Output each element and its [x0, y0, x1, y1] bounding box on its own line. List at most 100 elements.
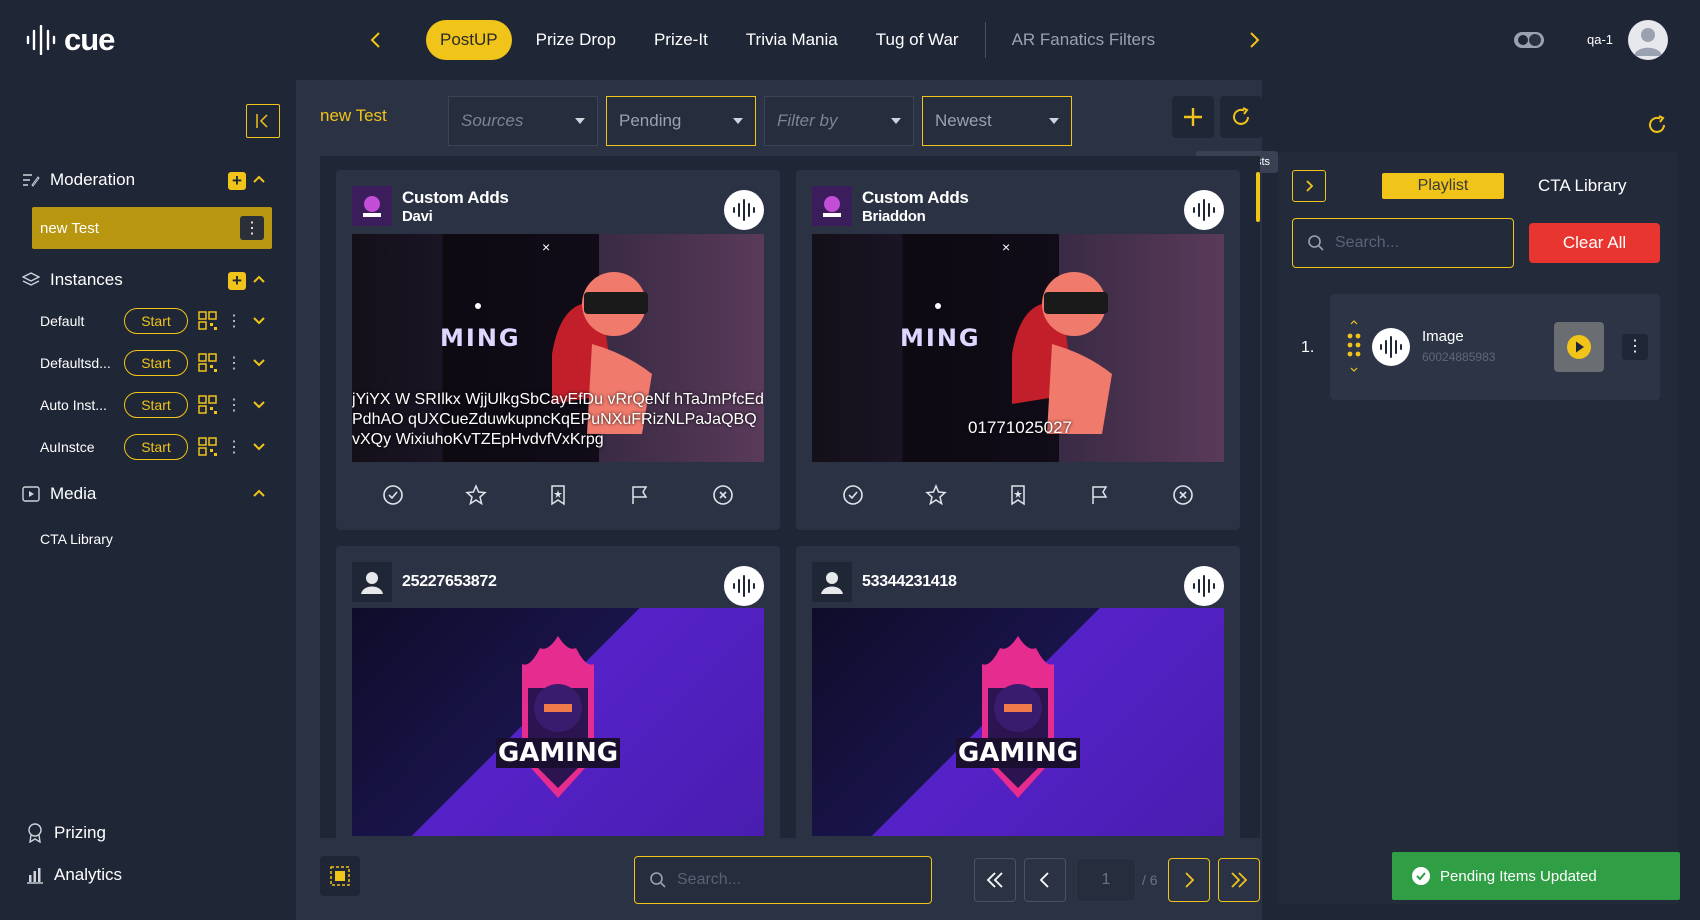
tab-prize-it[interactable]: Prize-It — [640, 20, 722, 60]
instance-start-button[interactable]: Start — [124, 308, 188, 334]
sidebar-item-cta-library[interactable]: CTA Library — [40, 531, 113, 547]
reject-icon[interactable] — [712, 484, 734, 506]
qr-code-icon[interactable] — [198, 395, 218, 415]
clear-all-button[interactable]: Clear All — [1529, 223, 1660, 263]
update-posts-button[interactable] — [1220, 96, 1262, 138]
post-card[interactable]: Custom Adds Davi MING × jYiYX W SRIlkx W… — [336, 170, 780, 530]
instance-start-button[interactable]: Start — [124, 434, 188, 460]
instance-menu-icon[interactable]: ⋮ — [226, 437, 242, 457]
instance-row[interactable]: Default Start ⋮ — [40, 306, 280, 336]
tab-cta-library[interactable]: CTA Library — [1538, 176, 1627, 196]
last-page-button[interactable] — [1218, 858, 1260, 902]
instance-expand-chevron-icon[interactable] — [252, 400, 266, 410]
moderation-section-header[interactable]: Moderation — [22, 170, 135, 190]
instance-row[interactable]: Defaultsd... Start ⋮ — [40, 348, 280, 378]
collapse-sidebar-button[interactable] — [246, 104, 280, 138]
bookmark-icon[interactable] — [547, 484, 569, 506]
cue-post-icon[interactable] — [1184, 190, 1224, 230]
tabs-next-arrow-icon[interactable] — [1242, 28, 1266, 52]
post-card[interactable]: 25227653872 GAMING — [336, 546, 780, 838]
instance-expand-chevron-icon[interactable] — [252, 442, 266, 452]
post-actions — [812, 484, 1224, 506]
playlist-search-field[interactable] — [1292, 218, 1514, 268]
tab-postup[interactable]: PostUP — [426, 20, 512, 60]
status-dropdown[interactable]: Pending — [606, 96, 756, 146]
moderation-collapse-chevron-icon[interactable] — [252, 174, 266, 184]
instance-menu-icon[interactable]: ⋮ — [226, 353, 242, 373]
tab-trivia-mania[interactable]: Trivia Mania — [732, 20, 852, 60]
tab-tug-of-war[interactable]: Tug of War — [862, 20, 973, 60]
prev-page-button[interactable] — [1024, 858, 1066, 902]
moderation-item-menu-icon[interactable]: ⋮ — [240, 216, 264, 240]
playlist-item[interactable]: Image 60024885983 ⋮ — [1330, 294, 1660, 400]
bookmark-icon[interactable] — [1007, 484, 1029, 506]
moderation-item-new-test[interactable]: new Test ⋮ — [32, 207, 272, 249]
approve-icon[interactable] — [842, 484, 864, 506]
feed-scrollbar[interactable] — [1256, 172, 1260, 222]
approve-icon[interactable] — [382, 484, 404, 506]
chevron-left-icon — [1039, 872, 1049, 888]
media-label: Media — [50, 484, 97, 503]
reject-icon[interactable] — [1172, 484, 1194, 506]
add-instance-button[interactable]: + — [228, 272, 246, 290]
qr-code-icon[interactable] — [198, 437, 218, 457]
user-avatar[interactable] — [1628, 20, 1668, 60]
qr-code-icon[interactable] — [198, 311, 218, 331]
tab-prize-drop[interactable]: Prize Drop — [522, 20, 630, 60]
media-collapse-chevron-icon[interactable] — [252, 488, 266, 498]
expand-panel-button[interactable] — [1292, 170, 1326, 202]
playlist-search-input[interactable] — [1335, 234, 1495, 252]
instance-expand-chevron-icon[interactable] — [252, 358, 266, 368]
sources-dropdown[interactable]: Sources — [448, 96, 598, 146]
toast-notification: Pending Items Updated — [1392, 852, 1680, 900]
post-author-id: 53344231418 — [862, 573, 957, 590]
post-card[interactable]: 53344231418 GAMING — [796, 546, 1240, 838]
flag-icon[interactable] — [1089, 484, 1111, 506]
theme-toggle-icon[interactable] — [1513, 30, 1545, 50]
page-number-input[interactable]: 1 — [1076, 858, 1136, 902]
filter-by-placeholder: Filter by — [777, 111, 838, 130]
caret-down-icon — [733, 118, 743, 124]
next-page-button[interactable] — [1168, 858, 1210, 902]
first-page-button[interactable] — [974, 858, 1016, 902]
cue-logo[interactable]: cue — [24, 22, 115, 58]
cue-post-icon[interactable] — [724, 190, 764, 230]
sort-dropdown[interactable]: Newest — [922, 96, 1072, 146]
tabs-prev-arrow-icon[interactable] — [364, 28, 388, 52]
posts-search-input[interactable] — [677, 871, 877, 889]
qr-code-icon[interactable] — [198, 353, 218, 373]
tab-playlist[interactable]: Playlist — [1382, 173, 1504, 199]
sidebar-item-analytics[interactable]: Analytics — [26, 865, 122, 885]
star-icon[interactable] — [924, 484, 947, 506]
add-moderation-button[interactable]: + — [228, 172, 246, 190]
svg-text:×: × — [1002, 239, 1010, 255]
post-card[interactable]: Custom Adds Briaddon MING × 01771025027 — [796, 170, 1240, 530]
instances-section-header[interactable]: Instances — [22, 270, 123, 290]
default-avatar-icon — [812, 562, 852, 602]
instance-row[interactable]: Auto Inst... Start ⋮ — [40, 390, 280, 420]
instances-collapse-chevron-icon[interactable] — [252, 274, 266, 284]
instance-row[interactable]: AuInstce Start ⋮ — [40, 432, 280, 462]
flag-icon[interactable] — [629, 484, 651, 506]
filter-by-dropdown[interactable]: Filter by — [764, 96, 914, 146]
playlist-item-menu-icon[interactable]: ⋮ — [1622, 334, 1648, 360]
play-button[interactable] — [1554, 322, 1604, 372]
sidebar-item-prizing[interactable]: Prizing — [26, 823, 106, 843]
select-all-button[interactable] — [320, 856, 360, 896]
add-post-button[interactable] — [1172, 96, 1214, 138]
star-icon[interactable] — [464, 484, 487, 506]
cue-post-icon[interactable] — [724, 566, 764, 606]
tab-ar-fanatics-filters[interactable]: AR Fanatics Filters — [998, 20, 1170, 60]
instance-expand-chevron-icon[interactable] — [252, 316, 266, 326]
media-section-header[interactable]: Media — [22, 484, 96, 504]
instance-menu-icon[interactable]: ⋮ — [226, 395, 242, 415]
posts-search-field[interactable] — [634, 856, 932, 904]
instance-start-button[interactable]: Start — [124, 350, 188, 376]
instance-start-button[interactable]: Start — [124, 392, 188, 418]
cue-post-icon[interactable] — [1184, 566, 1224, 606]
status-value: Pending — [619, 111, 682, 130]
drag-handle-icon[interactable] — [1346, 318, 1362, 376]
instance-menu-icon[interactable]: ⋮ — [226, 311, 242, 331]
post-title: Custom Adds — [862, 187, 969, 207]
playlist-refresh-button[interactable] — [1636, 104, 1678, 146]
